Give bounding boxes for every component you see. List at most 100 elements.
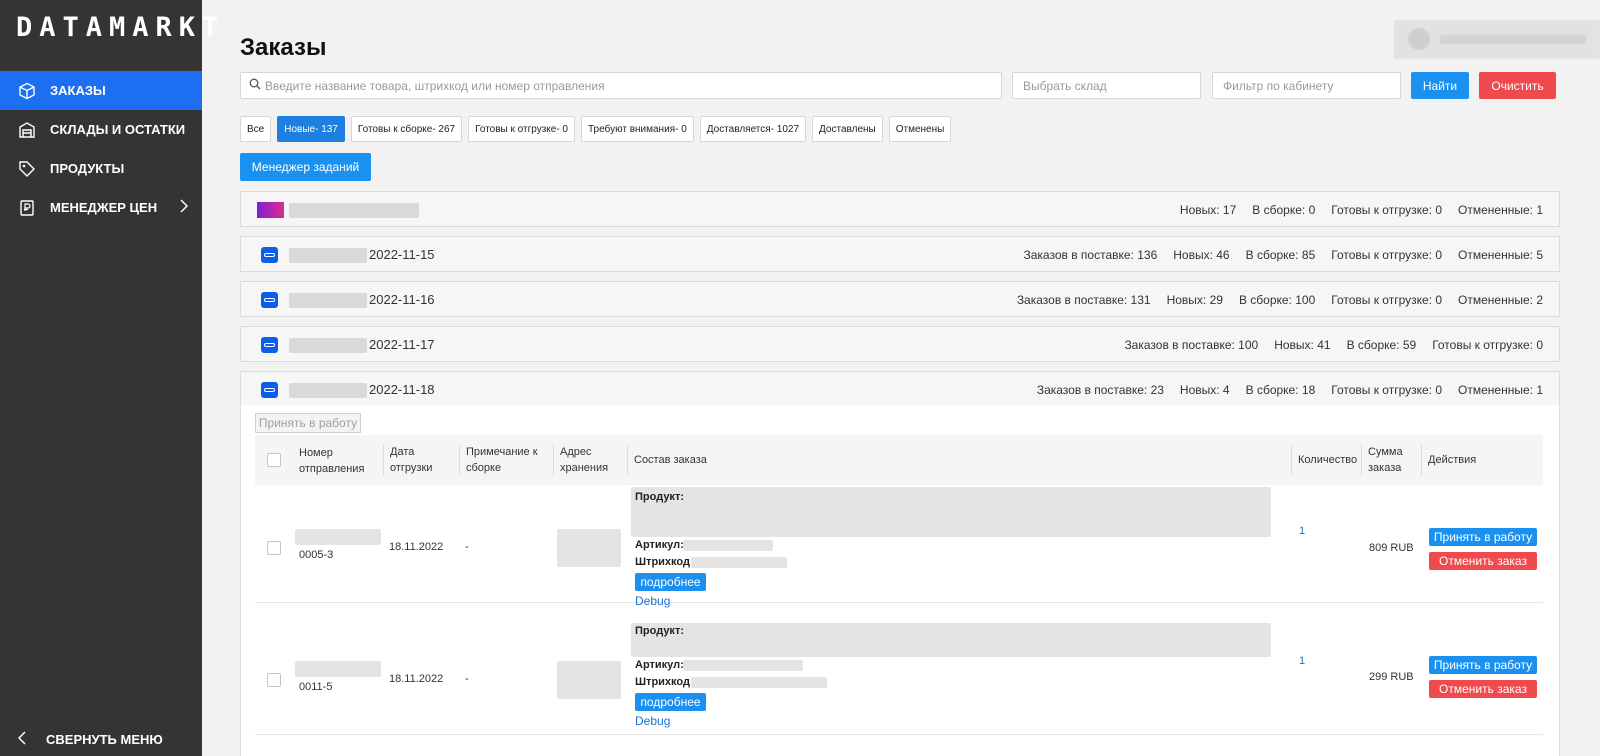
take-to-work-button[interactable]: Принять в работу — [255, 413, 361, 433]
stat: В сборке: 59 — [1346, 338, 1417, 352]
stat: Готовы к отгрузке: 0 — [1432, 338, 1543, 352]
app-logo[interactable]: DATAMARKT — [16, 12, 225, 43]
stat: Новых: 46 — [1173, 248, 1230, 262]
stat: Отмененные: 1 — [1458, 383, 1543, 397]
storage-address-redacted — [557, 529, 621, 567]
supply-date: 2022-11-16 — [369, 292, 435, 307]
supply-row[interactable]: 2022-11-15 Заказов в поставке: 136 Новых… — [240, 236, 1560, 272]
stat: Новых: 41 — [1274, 338, 1331, 352]
cabinet-placeholder: Фильтр по кабинету — [1223, 78, 1334, 93]
sidebar-item-orders[interactable]: ЗАКАЗЫ — [0, 71, 202, 110]
details-button[interactable]: подробнее — [635, 573, 706, 591]
supply-stats: Заказов в поставке: 100 Новых: 41 В сбор… — [1124, 338, 1543, 352]
details-button[interactable]: подробнее — [635, 693, 706, 711]
stat: Заказов в поставке: 23 — [1036, 383, 1164, 397]
main-content: Заказы Введите название товара, штрихкод… — [202, 0, 1600, 756]
accept-order-button[interactable]: Принять в работу — [1429, 528, 1537, 546]
stat: Новых: 4 — [1179, 383, 1230, 397]
ozon-logo-icon — [261, 247, 278, 263]
stat: Заказов в поставке: 100 — [1124, 338, 1259, 352]
sidebar-item-label: ЗАКАЗЫ — [50, 83, 106, 98]
supply-stats: Заказов в поставке: 23 Новых: 4 В сборке… — [1037, 383, 1543, 397]
product-name-redacted — [631, 623, 1271, 657]
clear-button[interactable]: Очистить — [1479, 72, 1556, 99]
order-sum: 299 RUB — [1369, 671, 1414, 683]
shipment-number: 0005-3 — [299, 549, 334, 561]
supply-stats: Новых: 17 В сборке: 0 Готовы к отгрузке:… — [1180, 203, 1543, 217]
product-label: Продукт: — [635, 625, 684, 637]
row-checkbox[interactable] — [267, 673, 281, 687]
article-label: Артикул: — [635, 659, 684, 671]
order-sum: 809 RUB — [1369, 542, 1414, 554]
yandex-market-logo-icon — [257, 202, 284, 218]
stat: В сборке: 0 — [1252, 203, 1316, 217]
find-button[interactable]: Найти — [1411, 72, 1469, 99]
tab-ready-to-assemble[interactable]: Готовы к сборке- 267 — [350, 116, 463, 142]
cabinet-filter-input[interactable]: Фильтр по кабинету — [1212, 72, 1401, 99]
stat: Заказов в поставке: 131 — [1016, 293, 1151, 307]
task-manager-button[interactable]: Менеджер заданий — [240, 153, 371, 181]
warehouse-placeholder: Выбрать склад — [1023, 78, 1107, 93]
column-header[interactable]: Состав заказа — [627, 444, 1287, 476]
debug-link[interactable]: Debug — [635, 714, 670, 728]
select-all-checkbox[interactable] — [267, 453, 281, 467]
sidebar-item-price-manager[interactable]: МЕНЕДЖЕР ЦЕН — [0, 188, 202, 227]
box-icon — [18, 82, 36, 100]
column-header[interactable]: Действия — [1421, 444, 1521, 476]
chevron-left-icon — [17, 730, 26, 748]
shipment-number-redacted — [295, 529, 381, 545]
sidebar: DATAMARKT ЗАКАЗЫ СКЛАДЫ И ОСТАТКИ ПРОДУК… — [0, 0, 218, 756]
supply-name-redacted — [289, 383, 367, 398]
tab-ready-to-ship[interactable]: Готовы к отгрузке- 0 — [468, 116, 575, 142]
sidebar-item-products[interactable]: ПРОДУКТЫ — [0, 149, 202, 188]
supply-name-redacted — [289, 338, 367, 353]
ozon-logo-icon — [261, 337, 278, 353]
warehouse-select[interactable]: Выбрать склад — [1012, 72, 1201, 99]
article-redacted — [683, 660, 803, 671]
tab-delivered[interactable]: Доставлены — [812, 116, 883, 142]
supply-date: 2022-11-17 — [369, 337, 435, 352]
barcode-label: Штрихкод: — [635, 556, 694, 568]
sidebar-item-warehouses[interactable]: СКЛАДЫ И ОСТАТКИ — [0, 110, 202, 149]
row-checkbox[interactable] — [267, 541, 281, 555]
tab-cancelled[interactable]: Отменены — [888, 116, 952, 142]
shipment-number-redacted — [295, 661, 381, 677]
cancel-order-button[interactable]: Отменить заказ — [1429, 680, 1537, 698]
supply-name-redacted — [289, 248, 367, 263]
stat: В сборке: 100 — [1238, 293, 1316, 307]
tag-icon — [18, 160, 36, 178]
product-label: Продукт: — [635, 491, 684, 503]
table-row: 0005-3 18.11.2022 - Продукт: Артикул: Шт… — [255, 485, 1543, 608]
stat: Готовы к отгрузке: 0 — [1331, 293, 1443, 307]
table-header: Номер отправления Дата отгрузки Примечан… — [255, 435, 1543, 485]
cancel-order-button[interactable]: Отменить заказ — [1429, 552, 1537, 570]
tab-new[interactable]: Новые- 137 — [277, 116, 345, 142]
supply-row[interactable]: Новых: 17 В сборке: 0 Готовы к отгрузке:… — [240, 191, 1560, 227]
debug-link[interactable]: Debug — [635, 594, 670, 608]
tab-needs-attention[interactable]: Требуют внимания- 0 — [581, 116, 694, 142]
storage-address-redacted — [557, 661, 621, 699]
supply-row[interactable]: 2022-11-17 Заказов в поставке: 100 Новых… — [240, 326, 1560, 362]
supply-stats: Заказов в поставке: 131 Новых: 29 В сбор… — [1017, 293, 1543, 307]
barcode-redacted — [691, 677, 827, 688]
column-header[interactable]: Сумма заказа — [1361, 444, 1419, 476]
barcode-label: Штрихкод: — [635, 676, 694, 688]
stat: Готовы к отгрузке: 0 — [1331, 248, 1443, 262]
collapse-menu-button[interactable]: СВЕРНУТЬ МЕНЮ — [0, 724, 202, 754]
column-header[interactable]: Дата отгрузки — [383, 444, 453, 476]
column-header[interactable]: Примечание к сборке — [459, 444, 549, 476]
collapse-menu-label: СВЕРНУТЬ МЕНЮ — [46, 731, 163, 747]
column-header[interactable]: Адрес хранения — [553, 444, 623, 476]
column-header[interactable]: Количество — [1291, 444, 1359, 476]
tab-all[interactable]: Все — [240, 116, 272, 142]
user-profile[interactable] — [1394, 20, 1600, 59]
sidebar-item-label: ПРОДУКТЫ — [50, 161, 125, 176]
search-input[interactable]: Введите название товара, штрихкод или но… — [240, 72, 1002, 99]
supply-row[interactable]: 2022-11-16 Заказов в поставке: 131 Новых… — [240, 281, 1560, 317]
supply-row-expanded[interactable]: 2022-11-18 Заказов в поставке: 23 Новых:… — [240, 371, 1560, 407]
accept-order-button[interactable]: Принять в работу — [1429, 656, 1537, 674]
quantity: 1 — [1299, 655, 1306, 667]
tab-delivering[interactable]: Доставляется- 1027 — [699, 116, 807, 142]
column-header[interactable]: Номер отправления — [299, 445, 379, 477]
quantity: 1 — [1299, 525, 1306, 537]
